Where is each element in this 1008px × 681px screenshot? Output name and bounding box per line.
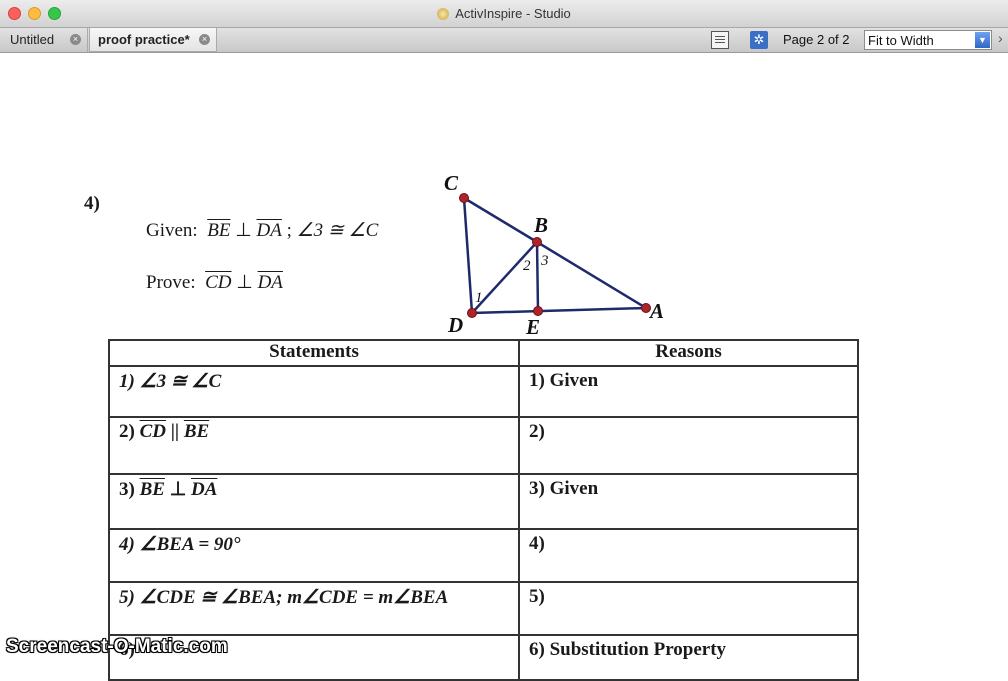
point-b: [532, 237, 542, 247]
zoom-select-value: Fit to Width: [868, 33, 934, 48]
point-c: [459, 193, 469, 203]
given-angle: ∠3 ≅ ∠C: [296, 220, 379, 241]
reason-cell[interactable]: 3) Given: [518, 473, 859, 530]
reason-cell[interactable]: 2): [518, 416, 859, 475]
table-row: 2) CD || BE 2): [108, 416, 859, 475]
close-tab-icon[interactable]: ×: [199, 34, 210, 45]
segment-ba: [536, 240, 647, 310]
table-row: 4) ∠BEA = 90° 4): [108, 528, 859, 583]
segment-be: BE: [183, 421, 210, 442]
perp-symbol: ⊥: [164, 479, 191, 500]
vertex-label-b: B: [533, 213, 548, 237]
header-statements: Statements: [108, 339, 520, 367]
screencast-watermark: Screencast-O-Matic.com: [6, 636, 228, 657]
tab-proof-practice[interactable]: proof practice* ×: [89, 28, 217, 52]
vertex-label-e: E: [525, 315, 540, 339]
given-segment-be: BE: [207, 220, 231, 241]
title-bar: ActivInspire - Studio: [0, 0, 1008, 28]
header-reasons: Reasons: [518, 339, 859, 367]
reason-cell[interactable]: 1) Given: [518, 365, 859, 418]
vertex-label-a: A: [648, 299, 664, 323]
prove-statement: Prove: CD ⊥ DA: [146, 271, 283, 294]
reason-cell[interactable]: 4): [518, 528, 859, 583]
segment-da: [471, 306, 647, 315]
activinspire-app-icon: [437, 8, 450, 20]
statement-cell[interactable]: 5) ∠CDE ≅ ∠BEA; m∠CDE = m∠BEA: [108, 581, 520, 636]
angle-label-2: 2: [523, 258, 531, 274]
worksheet-page: 4) Given: BE ⊥ DA ; ∠3 ≅ ∠C Prove: CD ⊥ …: [0, 53, 1008, 681]
given-separator: ;: [286, 220, 292, 241]
page-view-icon[interactable]: [711, 31, 729, 49]
prove-perp-symbol: ⊥: [236, 272, 253, 293]
zoom-select[interactable]: Fit to Width ▼: [864, 30, 992, 50]
segment-be: BE: [139, 479, 165, 500]
given-statement: Given: BE ⊥ DA ; ∠3 ≅ ∠C: [146, 219, 378, 242]
tab-label: Untitled: [10, 32, 55, 47]
vertex-label-c: C: [444, 171, 459, 195]
prove-label: Prove:: [146, 272, 196, 293]
statement-cell[interactable]: 1) ∠3 ≅ ∠C: [108, 365, 520, 418]
triangle-diagram: C B A D E 1 2 3: [444, 171, 664, 339]
table-row: 5) ∠CDE ≅ ∠BEA; m∠CDE = m∠BEA 5): [108, 581, 859, 636]
table-row: 3) BE ⊥ DA 3) Given: [108, 473, 859, 530]
segment-cd: [462, 197, 474, 314]
parallel-symbol: ||: [165, 421, 184, 442]
reason-cell[interactable]: 5): [518, 581, 859, 636]
effects-icon[interactable]: ✲: [750, 31, 768, 49]
given-perp-symbol: ⊥: [235, 220, 252, 241]
segment-cd: CD: [139, 421, 166, 442]
tab-bar: Untitled × proof practice* × ✲ Page 2 of…: [0, 28, 1008, 53]
page-indicator: Page 2 of 2: [783, 32, 850, 47]
statement-cell[interactable]: 4) ∠BEA = 90°: [108, 528, 520, 583]
segment-da: DA: [191, 479, 218, 500]
angle-label-3: 3: [540, 253, 549, 269]
prove-segment-da: DA: [257, 272, 283, 293]
proof-table: Statements Reasons 1) ∠3 ≅ ∠C 1) Given 2…: [108, 339, 859, 681]
vertex-label-d: D: [447, 313, 463, 337]
table-header-row: Statements Reasons: [108, 339, 859, 367]
prove-segment-cd: CD: [205, 272, 232, 293]
tab-untitled[interactable]: Untitled ×: [2, 28, 88, 52]
given-label: Given:: [146, 220, 198, 241]
statement-number: 3): [119, 479, 135, 500]
statement-number: 2): [119, 421, 135, 442]
statement-cell[interactable]: 2) CD || BE: [108, 416, 520, 475]
given-segment-da: DA: [256, 220, 282, 241]
table-row: 1) ∠3 ≅ ∠C 1) Given: [108, 365, 859, 418]
point-d: [467, 308, 477, 318]
close-tab-icon[interactable]: ×: [70, 34, 81, 45]
window-title-text: ActivInspire - Studio: [455, 6, 571, 21]
angle-label-1: 1: [475, 290, 483, 306]
problem-number: 4): [84, 193, 100, 214]
tab-label: proof practice*: [98, 32, 190, 47]
chevron-down-icon[interactable]: ▼: [975, 32, 990, 48]
window-title: ActivInspire - Studio: [0, 6, 1008, 21]
chevron-right-icon[interactable]: ›: [998, 30, 1003, 46]
segment-cb: [463, 196, 538, 244]
reason-cell[interactable]: 6) Substitution Property: [518, 634, 859, 681]
statement-cell[interactable]: 3) BE ⊥ DA: [108, 473, 520, 530]
segment-be: [535, 241, 540, 312]
